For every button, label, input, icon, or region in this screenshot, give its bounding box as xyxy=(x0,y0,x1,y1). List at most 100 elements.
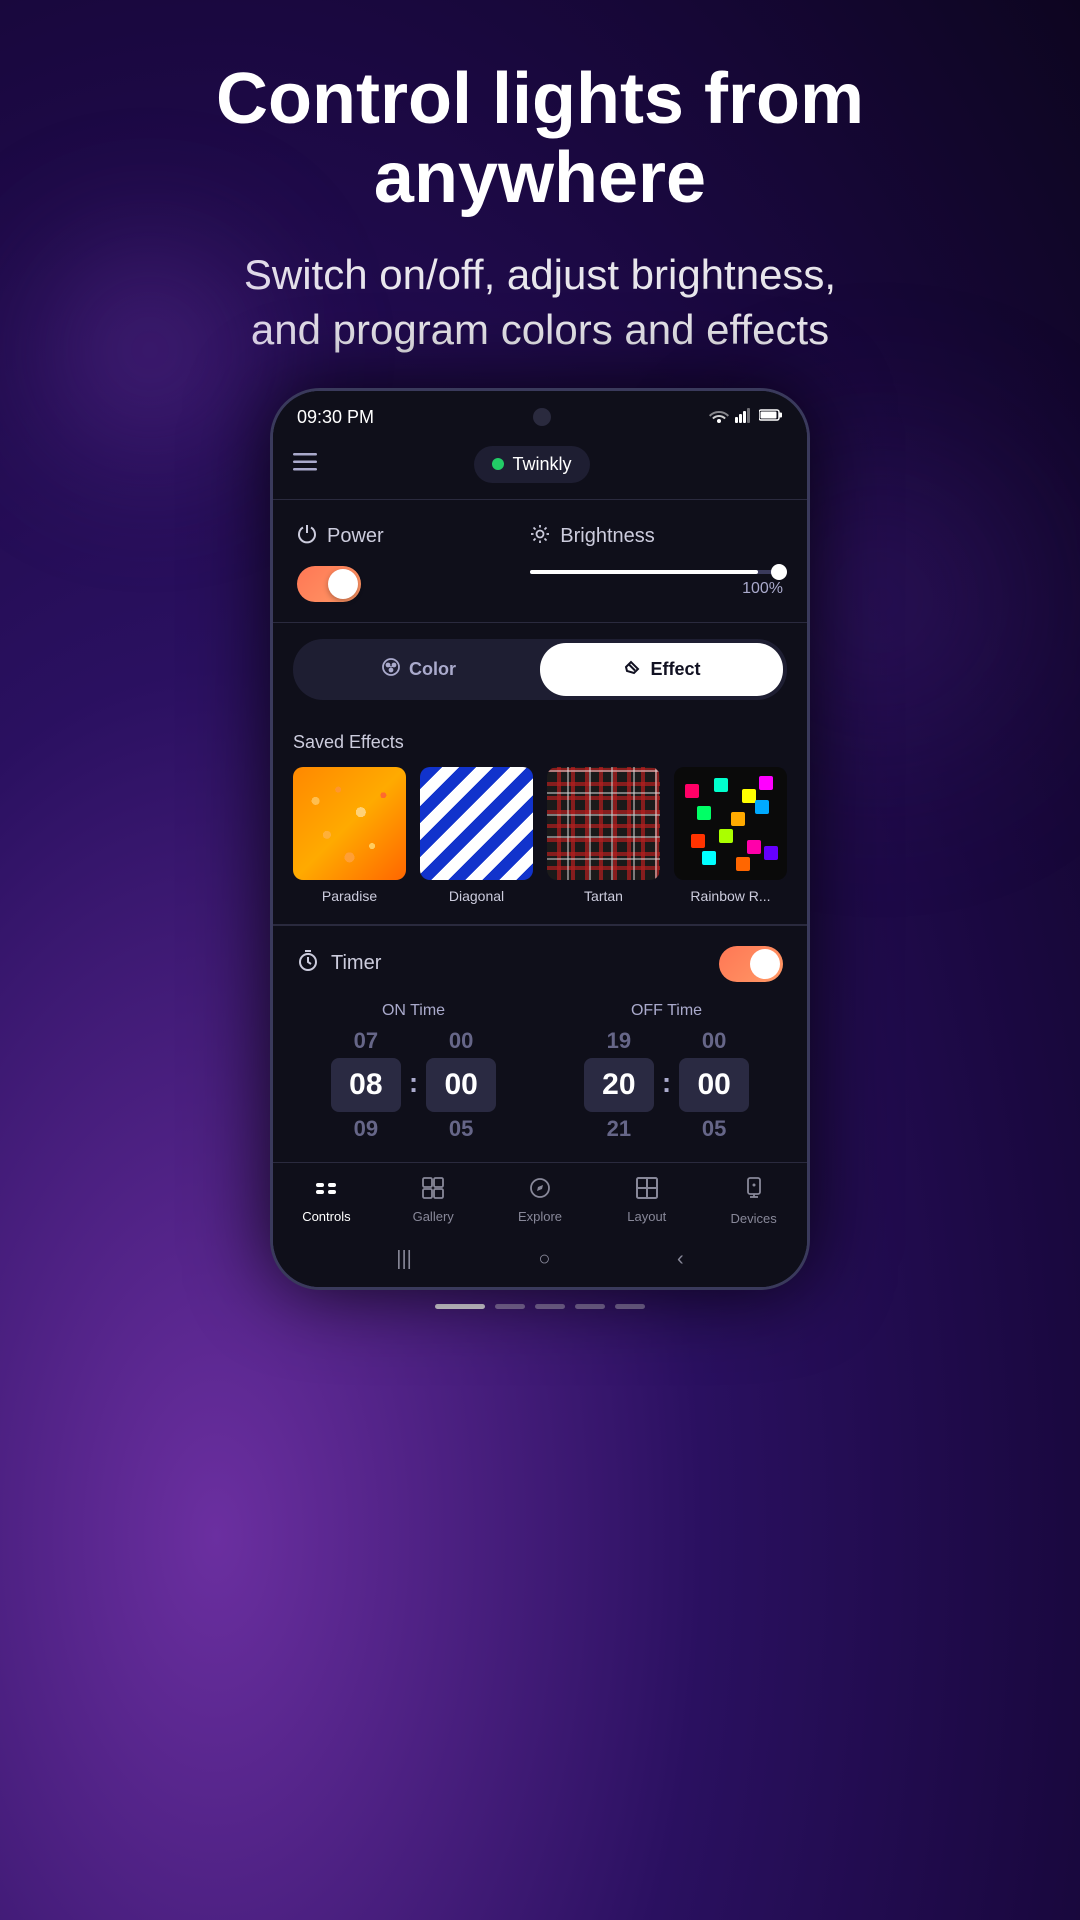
timer-section: Timer ON Time 07 08 09 xyxy=(273,925,807,1162)
hamburger-icon[interactable] xyxy=(293,451,317,477)
effect-label-tartan: Tartan xyxy=(584,888,623,904)
gallery-icon xyxy=(422,1177,444,1205)
camera-cutout xyxy=(533,408,551,426)
signal-icon xyxy=(735,407,753,428)
off-time-colon: : xyxy=(662,1067,671,1099)
effect-tartan[interactable]: Tartan xyxy=(547,767,660,904)
battery-icon xyxy=(759,408,783,427)
off-minute-next: 05 xyxy=(702,1116,726,1142)
power-label-group: Power xyxy=(297,524,530,550)
on-time-group: ON Time 07 08 09 : 00 00 05 xyxy=(297,1002,530,1142)
off-minute-current[interactable]: 00 xyxy=(679,1058,749,1112)
timer-toggle-knob xyxy=(750,949,780,979)
on-hour-column: 07 08 09 xyxy=(331,1028,401,1142)
nav-gallery[interactable]: Gallery xyxy=(380,1177,487,1226)
nav-controls[interactable]: Controls xyxy=(273,1177,380,1226)
top-bar: Twinkly xyxy=(273,436,807,499)
toggle-knob xyxy=(328,569,358,599)
connection-indicator xyxy=(492,458,504,470)
effects-section: Saved Effects Paradise Diagonal xyxy=(273,716,807,924)
page-dot-2[interactable] xyxy=(495,1304,525,1309)
timer-header: Timer xyxy=(297,946,783,982)
nav-layout-label: Layout xyxy=(627,1209,666,1224)
phone-mockup: 09:30 PM xyxy=(270,388,810,1290)
android-home-btn[interactable]: ○ xyxy=(538,1248,550,1271)
effect-thumb-tartan xyxy=(547,767,660,880)
power-icon xyxy=(297,524,317,550)
page-dot-1[interactable] xyxy=(435,1304,485,1309)
android-recent-btn[interactable]: ||| xyxy=(396,1248,412,1271)
on-time-label: ON Time xyxy=(382,1002,445,1020)
nav-devices[interactable]: Devices xyxy=(700,1177,807,1226)
on-minute-prev: 00 xyxy=(449,1028,473,1054)
page-dot-5[interactable] xyxy=(615,1304,645,1309)
on-minute-next: 05 xyxy=(449,1116,473,1142)
brightness-slider[interactable] xyxy=(530,570,783,574)
effect-diagonal[interactable]: Diagonal xyxy=(420,767,533,904)
brightness-fill xyxy=(530,570,757,574)
timer-times: ON Time 07 08 09 : 00 00 05 xyxy=(297,1002,783,1142)
on-hour-next: 09 xyxy=(354,1116,378,1142)
tab-effect[interactable]: Effect xyxy=(540,643,783,696)
page-title: Control lights from anywhere xyxy=(60,60,1020,218)
power-label: Power xyxy=(327,525,384,548)
on-time-columns: 07 08 09 : 00 00 05 xyxy=(331,1028,496,1142)
android-back-btn[interactable]: ‹ xyxy=(677,1248,684,1271)
devices-icon xyxy=(744,1177,764,1207)
brightness-label-group: Brightness xyxy=(530,524,655,550)
nav-explore-label: Explore xyxy=(518,1209,562,1224)
nav-controls-label: Controls xyxy=(302,1209,350,1224)
power-toggle[interactable] xyxy=(297,566,361,602)
nav-explore[interactable]: Explore xyxy=(487,1177,594,1226)
brightness-control-area: 100% xyxy=(530,570,783,598)
brightness-thumb[interactable] xyxy=(771,564,787,580)
color-tab-label: Color xyxy=(409,659,456,680)
on-time-colon: : xyxy=(409,1067,418,1099)
off-minute-prev: 00 xyxy=(702,1028,726,1054)
effect-thumb-paradise xyxy=(293,767,406,880)
off-hour-prev: 19 xyxy=(607,1028,631,1054)
status-icons xyxy=(709,407,783,428)
page-dot-4[interactable] xyxy=(575,1304,605,1309)
effect-label-paradise: Paradise xyxy=(322,888,377,904)
status-time: 09:30 PM xyxy=(297,407,374,428)
effect-label-rainbow: Rainbow R... xyxy=(690,888,770,904)
nav-devices-label: Devices xyxy=(730,1211,776,1226)
off-minute-column: 00 00 05 xyxy=(679,1028,749,1142)
on-hour-current[interactable]: 08 xyxy=(331,1058,401,1112)
effect-thumb-diagonal xyxy=(420,767,533,880)
device-name: Twinkly xyxy=(512,454,571,475)
brightness-label: Brightness xyxy=(560,525,655,548)
effect-paradise[interactable]: Paradise xyxy=(293,767,406,904)
tab-color[interactable]: Color xyxy=(297,643,540,696)
phone-frame: 09:30 PM xyxy=(270,388,810,1290)
layout-icon xyxy=(636,1177,658,1205)
page-indicator xyxy=(0,1290,1080,1329)
wifi-icon xyxy=(709,407,729,428)
off-time-label: OFF Time xyxy=(631,1002,702,1020)
nav-layout[interactable]: Layout xyxy=(593,1177,700,1226)
saved-effects-title: Saved Effects xyxy=(293,732,787,753)
effect-thumb-rainbow xyxy=(674,767,787,880)
effects-grid: Paradise Diagonal Tartan xyxy=(293,767,787,904)
android-nav: ||| ○ ‹ xyxy=(273,1234,807,1287)
timer-toggle[interactable] xyxy=(719,946,783,982)
nav-gallery-label: Gallery xyxy=(413,1209,454,1224)
device-badge[interactable]: Twinkly xyxy=(474,446,589,483)
effect-rainbow[interactable]: Rainbow R... xyxy=(674,767,787,904)
page-dot-3[interactable] xyxy=(535,1304,565,1309)
timer-icon xyxy=(297,950,319,978)
timer-label: Timer xyxy=(331,952,707,975)
power-toggle-area xyxy=(297,566,530,602)
effect-tab-label: Effect xyxy=(650,659,700,680)
on-hour-prev: 07 xyxy=(354,1028,378,1054)
status-bar: 09:30 PM xyxy=(273,391,807,436)
on-minute-column: 00 00 05 xyxy=(426,1028,496,1142)
effect-icon xyxy=(622,657,642,682)
on-minute-current[interactable]: 00 xyxy=(426,1058,496,1112)
effect-label-diagonal: Diagonal xyxy=(449,888,504,904)
off-hour-current[interactable]: 20 xyxy=(584,1058,654,1112)
tab-section: Color Effect xyxy=(273,623,807,716)
tab-row: Color Effect xyxy=(293,639,787,700)
off-time-group: OFF Time 19 20 21 : 00 00 05 xyxy=(550,1002,783,1142)
